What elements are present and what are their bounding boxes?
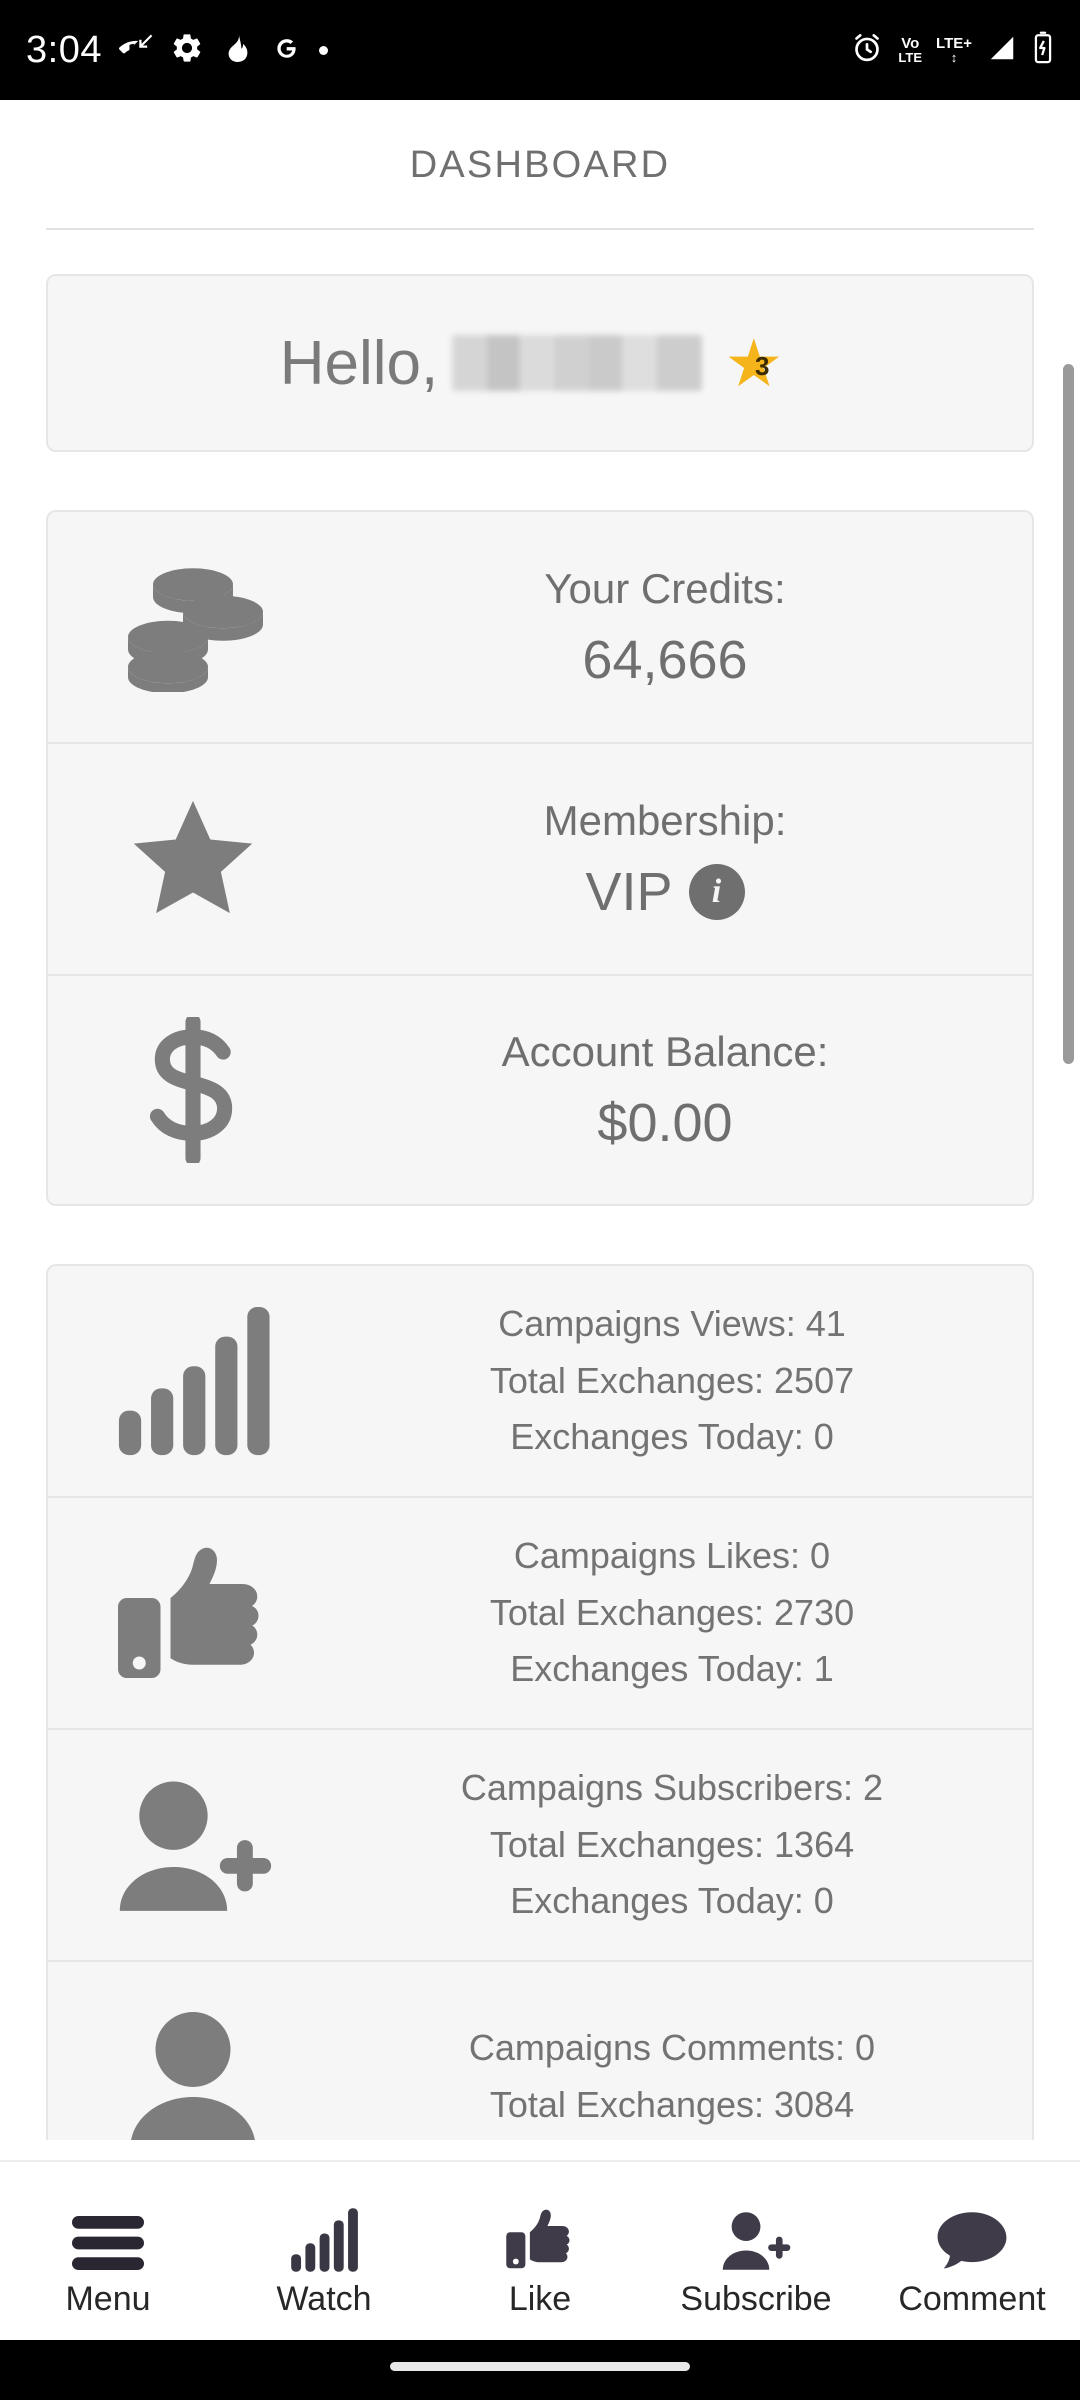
credits-label: Your Credits: xyxy=(544,564,786,612)
status-bar-clock: 3:04 xyxy=(26,29,102,71)
balance-card[interactable]: Account Balance: $0.00 xyxy=(46,974,1034,1206)
thumbs-up-icon xyxy=(48,1543,338,1683)
balance-text: Account Balance: $0.00 xyxy=(338,1026,1032,1155)
header-divider xyxy=(46,228,1034,230)
star-level-label: 3 xyxy=(755,350,770,381)
nav-label-like: Like xyxy=(508,2280,572,2318)
views-stat-card[interactable]: Campaigns Views: 41 Total Exchanges: 250… xyxy=(46,1264,1034,1496)
membership-label: Membership: xyxy=(543,796,787,844)
nav-label-watch: Watch xyxy=(276,2280,372,2318)
thumbs-up-icon xyxy=(504,2202,576,2272)
bottom-navigation-bar: Menu Watch Like Subscribe Comment xyxy=(0,2160,1080,2340)
nav-item-subscribe[interactable]: Subscribe xyxy=(656,2186,856,2316)
dashboard-scroll-area[interactable]: Hello, ★ 3 Your Credits: 64,666 Membersh… xyxy=(0,232,1080,2140)
google-g-icon xyxy=(270,31,302,70)
dot-icon xyxy=(318,45,328,55)
nav-label-comment: Comment xyxy=(898,2280,1046,2318)
page-title: DASHBOARD xyxy=(409,143,671,186)
stat-line: Total Exchanges: 1364 xyxy=(489,1823,855,1865)
info-icon[interactable]: i xyxy=(688,864,745,921)
volte-icon: Vo LTE xyxy=(898,34,923,65)
lte-plus-icon: LTE+ ↕ xyxy=(936,34,972,65)
balance-label: Account Balance: xyxy=(501,1027,829,1075)
account-info-group: Your Credits: 64,666 Membership: VIP i A… xyxy=(0,510,1080,1206)
stat-line: Total Exchanges: 3084 xyxy=(489,2084,855,2125)
nav-item-comment[interactable]: Comment xyxy=(872,2186,1072,2316)
comments-stat-card[interactable]: Campaigns Comments: 0 Total Exchanges: 3… xyxy=(46,1960,1034,2140)
signal-bars-icon xyxy=(986,33,1018,68)
nav-item-watch[interactable]: Watch xyxy=(224,2186,424,2316)
nav-label-subscribe: Subscribe xyxy=(680,2280,832,2318)
status-bar-right: Vo LTE LTE+ ↕ xyxy=(850,31,1054,70)
stat-line: Campaigns Likes: 0 xyxy=(513,1534,831,1576)
credits-card[interactable]: Your Credits: 64,666 xyxy=(46,510,1034,742)
flame-icon xyxy=(221,31,253,70)
credits-value: 64,666 xyxy=(582,630,748,691)
comment-bubble-icon xyxy=(936,2202,1008,2272)
stat-line: Exchanges Today: 0 xyxy=(510,1880,834,1922)
stat-line: Campaigns Views: 41 xyxy=(498,1302,846,1344)
membership-text: Membership: VIP i xyxy=(338,795,1032,924)
stat-line: Campaigns Subscribers: 2 xyxy=(460,1766,884,1808)
star-icon xyxy=(48,792,338,926)
bar-chart-icon xyxy=(289,2202,359,2272)
alarm-clock-icon xyxy=(850,31,884,70)
coins-stack-icon xyxy=(48,562,338,692)
subscribers-stat-card[interactable]: Campaigns Subscribers: 2 Total Exchanges… xyxy=(46,1728,1034,1960)
gold-star-icon: ★ 3 xyxy=(724,327,800,399)
comments-stat-lines: Campaigns Comments: 0 Total Exchanges: 3… xyxy=(338,2020,1032,2134)
balance-value: $0.00 xyxy=(597,1093,733,1154)
likes-stat-card[interactable]: Campaigns Likes: 0 Total Exchanges: 2730… xyxy=(46,1496,1034,1728)
settings-gear-icon xyxy=(170,31,204,70)
dollar-sign-icon xyxy=(48,1017,338,1163)
nav-item-menu[interactable]: Menu xyxy=(8,2186,208,2316)
greeting-text: Hello, xyxy=(279,328,439,398)
nav-label-menu: Menu xyxy=(65,2280,151,2318)
likes-stat-lines: Campaigns Likes: 0 Total Exchanges: 2730… xyxy=(338,1528,1032,1699)
subscribers-stat-lines: Campaigns Subscribers: 2 Total Exchanges… xyxy=(338,1760,1032,1931)
credits-text: Your Credits: 64,666 xyxy=(338,563,1032,692)
gesture-navigation-bar[interactable] xyxy=(0,2340,1080,2400)
status-bar-left: 3:04 xyxy=(26,31,328,70)
missed-call-icon xyxy=(118,31,153,70)
status-bar: 3:04 Vo LTE LTE+ ↕ xyxy=(0,0,1080,100)
person-add-icon xyxy=(48,1774,338,1916)
greeting-card: Hello, ★ 3 xyxy=(46,274,1034,452)
phone-screen: 3:04 Vo LTE LTE+ ↕ DASHBOARD Hello, ★ 3 … xyxy=(0,0,1080,2400)
stat-line: Exchanges Today: 1 xyxy=(510,1648,834,1690)
hamburger-menu-icon xyxy=(72,2202,144,2272)
stat-line: Total Exchanges: 2507 xyxy=(489,1359,855,1401)
stat-line: Campaigns Comments: 0 xyxy=(468,2027,876,2069)
vertical-scrollbar[interactable] xyxy=(1063,364,1074,1064)
nav-item-like[interactable]: Like xyxy=(440,2186,640,2316)
membership-value-row: VIP i xyxy=(338,861,992,923)
person-icon xyxy=(48,2006,338,2140)
campaign-stats-group: Campaigns Views: 41 Total Exchanges: 250… xyxy=(0,1264,1080,2140)
bar-chart-icon xyxy=(48,1306,338,1456)
views-stat-lines: Campaigns Views: 41 Total Exchanges: 250… xyxy=(338,1296,1032,1467)
username-blurred xyxy=(452,335,703,391)
stat-line: Exchanges Today: 0 xyxy=(510,1416,834,1458)
page-header: DASHBOARD xyxy=(0,100,1080,230)
person-add-icon xyxy=(718,2202,794,2272)
battery-charging-icon xyxy=(1032,31,1054,70)
membership-card[interactable]: Membership: VIP i xyxy=(46,742,1034,974)
membership-value: VIP xyxy=(585,862,673,923)
stat-line: Total Exchanges: 2730 xyxy=(489,1591,855,1633)
